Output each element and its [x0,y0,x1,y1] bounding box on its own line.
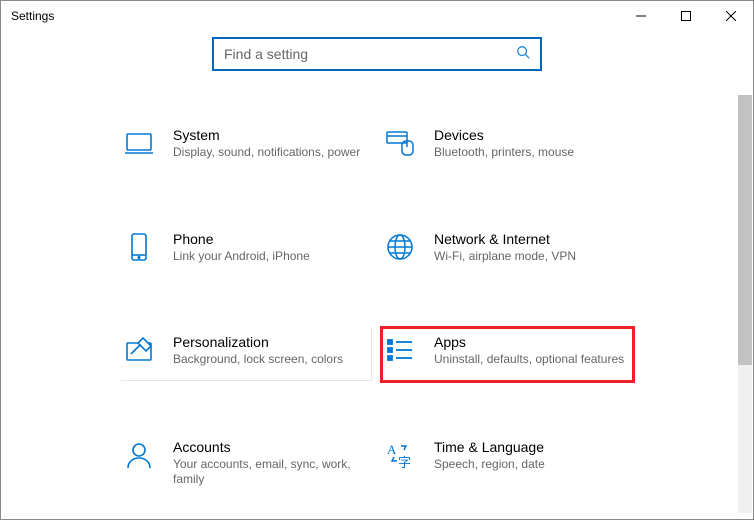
tile-text: Phone Link your Android, iPhone [173,231,310,265]
tile-text: Devices Bluetooth, printers, mouse [434,127,574,161]
tile-personalization[interactable]: Personalization Background, lock screen,… [121,328,372,381]
window-controls [618,1,753,31]
tile-system[interactable]: System Display, sound, notifications, po… [121,121,372,173]
svg-text:A: A [387,442,397,457]
close-icon [726,11,736,21]
close-button[interactable] [708,1,753,31]
tile-text: System Display, sound, notifications, po… [173,127,360,161]
tile-network[interactable]: Network & Internet Wi-Fi, airplane mode,… [382,225,633,277]
devices-icon [384,127,416,159]
tile-title: Personalization [173,334,343,350]
tile-devices[interactable]: Devices Bluetooth, printers, mouse [382,121,633,173]
tile-text: Time & Language Speech, region, date [434,439,545,473]
tile-subtitle: Your accounts, email, sync, work, family [173,457,364,488]
tile-subtitle: Bluetooth, printers, mouse [434,145,574,161]
maximize-icon [681,11,691,21]
tile-title: Devices [434,127,574,143]
personalization-icon [123,334,155,366]
tile-text: Accounts Your accounts, email, sync, wor… [173,439,364,488]
minimize-icon [636,11,646,21]
titlebar: Settings [1,1,753,31]
tile-title: System [173,127,360,143]
tile-subtitle: Display, sound, notifications, power [173,145,360,161]
tile-subtitle: Background, lock screen, colors [173,352,343,368]
network-icon [384,231,416,263]
tile-text: Personalization Background, lock screen,… [173,334,343,368]
system-icon [123,127,155,159]
minimize-button[interactable] [618,1,663,31]
svg-text:字: 字 [398,455,411,470]
tile-title: Accounts [173,439,364,455]
apps-icon [384,334,416,366]
tile-text: Apps Uninstall, defaults, optional featu… [434,334,624,368]
time-language-icon: A 字 [384,439,416,471]
search-input[interactable] [224,46,516,62]
search-box[interactable] [212,37,542,71]
tile-title: Phone [173,231,310,247]
tile-accounts[interactable]: Accounts Your accounts, email, sync, wor… [121,433,372,500]
tile-phone[interactable]: Phone Link your Android, iPhone [121,225,372,277]
window-title: Settings [11,9,54,23]
tile-title: Network & Internet [434,231,576,247]
tile-subtitle: Uninstall, defaults, optional features [434,352,624,368]
settings-grid: System Display, sound, notifications, po… [1,121,753,500]
search-container [1,37,753,71]
tile-title: Apps [434,334,624,350]
tile-title: Time & Language [434,439,545,455]
scrollbar-thumb[interactable] [738,95,752,365]
scrollbar[interactable] [738,95,752,513]
maximize-button[interactable] [663,1,708,31]
tile-subtitle: Wi-Fi, airplane mode, VPN [434,249,576,265]
tile-time-language[interactable]: A 字 Time & Language Speech, region, date [382,433,633,500]
phone-icon [123,231,155,263]
tile-subtitle: Speech, region, date [434,457,545,473]
search-icon [516,45,530,64]
tile-subtitle: Link your Android, iPhone [173,249,310,265]
tile-text: Network & Internet Wi-Fi, airplane mode,… [434,231,576,265]
tile-apps[interactable]: Apps Uninstall, defaults, optional featu… [382,328,633,381]
accounts-icon [123,439,155,471]
